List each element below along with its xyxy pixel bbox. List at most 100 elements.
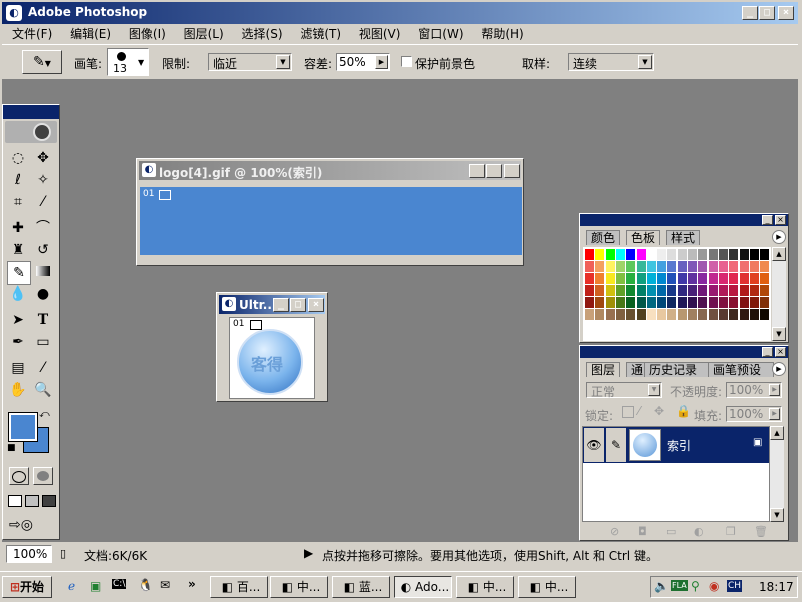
- color-swatch[interactable]: [657, 273, 667, 284]
- lock-paint-icon[interactable]: ⁄: [638, 404, 640, 418]
- color-swatch[interactable]: [760, 261, 770, 272]
- tab-layers[interactable]: 图层: [586, 362, 621, 377]
- color-swatch[interactable]: [646, 285, 656, 296]
- color-swatch[interactable]: [749, 309, 759, 320]
- color-swatch[interactable]: [739, 273, 749, 284]
- color-swatch[interactable]: [749, 297, 759, 308]
- layer-mask-icon[interactable]: ◘: [638, 525, 647, 538]
- color-swatch[interactable]: [760, 273, 770, 284]
- color-swatch[interactable]: [677, 261, 687, 272]
- color-swatch[interactable]: [729, 309, 739, 320]
- flash-tray-icon[interactable]: FLA: [671, 580, 688, 591]
- command-prompt-icon[interactable]: C:\: [112, 579, 127, 589]
- color-swatch[interactable]: [657, 261, 667, 272]
- eraser-tool-icon[interactable]: ✎: [7, 261, 31, 285]
- color-swatch[interactable]: [605, 297, 615, 308]
- color-swatch[interactable]: [646, 249, 656, 260]
- foreground-color-swatch[interactable]: [8, 412, 38, 442]
- doc-info[interactable]: 文档:6K/6K: [84, 547, 147, 564]
- tab-channels[interactable]: 通道: [626, 362, 646, 377]
- doc2-canvas[interactable]: 01 客得: [229, 317, 315, 399]
- color-swatch[interactable]: [760, 309, 770, 320]
- color-swatch[interactable]: [646, 297, 656, 308]
- tab-color[interactable]: 颜色: [586, 230, 621, 245]
- color-swatch[interactable]: [708, 261, 718, 272]
- task-button-4[interactable]: ◐ Ado...: [394, 576, 452, 598]
- color-swatch[interactable]: [605, 285, 615, 296]
- color-swatch[interactable]: [729, 261, 739, 272]
- swatches-scrollbar[interactable]: ▲ ▼: [772, 247, 786, 341]
- color-swatch[interactable]: [605, 249, 615, 260]
- color-swatch[interactable]: [760, 249, 770, 260]
- color-swatch[interactable]: [636, 261, 646, 272]
- layer-set-icon[interactable]: ▭: [666, 525, 676, 538]
- tab-history[interactable]: 历史记录: [644, 362, 710, 377]
- default-colors-icon[interactable]: ■: [7, 443, 16, 453]
- protect-foreground-checkbox[interactable]: [401, 56, 412, 67]
- color-swatch[interactable]: [667, 309, 677, 320]
- tool-preset-picker[interactable]: ✎▼: [22, 50, 62, 74]
- qq-icon[interactable]: 🐧: [138, 578, 153, 592]
- color-swatch[interactable]: [626, 309, 636, 320]
- color-swatch[interactable]: [749, 249, 759, 260]
- scroll-up-arrow-icon[interactable]: ▲: [772, 247, 786, 261]
- task-button-1[interactable]: ◧ 百...: [210, 576, 268, 598]
- slice-tool-icon[interactable]: ⁄: [32, 191, 54, 213]
- color-swatch[interactable]: [729, 285, 739, 296]
- scroll-down-arrow-icon[interactable]: ▼: [770, 508, 784, 522]
- sampling-select[interactable]: 连续 ▼: [568, 53, 654, 71]
- fill-input[interactable]: 100% ▶: [726, 406, 782, 422]
- color-swatch[interactable]: [718, 261, 728, 272]
- layer-style-icon[interactable]: ⊘: [610, 525, 619, 538]
- swatch-grid[interactable]: [583, 247, 771, 341]
- task-button-3[interactable]: ◧ 蓝...: [332, 576, 390, 598]
- ime-indicator[interactable]: CH: [727, 580, 743, 592]
- jump-to-imageready-button[interactable]: ⇨◎: [9, 517, 53, 537]
- color-swatch[interactable]: [657, 309, 667, 320]
- color-swatch[interactable]: [605, 273, 615, 284]
- color-swatch[interactable]: [615, 249, 625, 260]
- color-swatch[interactable]: [585, 297, 594, 308]
- menu-image[interactable]: 图像(I): [129, 27, 166, 41]
- minimize-button[interactable]: _: [742, 6, 758, 20]
- task-button-5[interactable]: ◧ 中...: [456, 576, 514, 598]
- crop-tool-icon[interactable]: ⌗: [7, 191, 29, 213]
- menu-file[interactable]: 文件(F): [12, 27, 52, 41]
- color-swatch[interactable]: [677, 273, 687, 284]
- color-swatch[interactable]: [636, 285, 646, 296]
- clone-stamp-tool-icon[interactable]: ♜: [7, 239, 29, 261]
- color-swatch[interactable]: [585, 249, 594, 260]
- swap-colors-icon[interactable]: ⤺: [39, 409, 50, 420]
- task-button-2[interactable]: ◧ 中...: [270, 576, 328, 598]
- adjustment-layer-icon[interactable]: ◐: [694, 525, 704, 538]
- color-swatch[interactable]: [718, 297, 728, 308]
- slider-arrow-icon[interactable]: ▶: [769, 384, 780, 396]
- menu-view[interactable]: 视图(V): [359, 27, 401, 41]
- gradient-tool-icon[interactable]: [32, 261, 54, 283]
- color-swatch[interactable]: [615, 309, 625, 320]
- close-button[interactable]: ×: [778, 6, 794, 20]
- swatches-minimize-button[interactable]: _: [762, 215, 773, 225]
- path-selection-tool-icon[interactable]: ➤: [7, 309, 29, 331]
- quick-launch-more-icon[interactable]: »: [188, 577, 196, 591]
- eyedropper-tool-icon[interactable]: ⁄: [32, 357, 54, 379]
- screen-mode-full-icon[interactable]: [42, 495, 56, 507]
- color-swatch[interactable]: [708, 297, 718, 308]
- start-button[interactable]: ⊞开始: [2, 576, 52, 598]
- screen-mode-standard-icon[interactable]: [8, 495, 22, 507]
- color-swatch[interactable]: [677, 285, 687, 296]
- scroll-up-arrow-icon[interactable]: ▲: [770, 426, 784, 440]
- color-swatch[interactable]: [605, 261, 615, 272]
- delete-layer-icon[interactable]: 🗑: [754, 525, 768, 538]
- color-swatch[interactable]: [698, 249, 708, 260]
- task-button-6[interactable]: ◧ 中...: [518, 576, 576, 598]
- color-swatch[interactable]: [708, 285, 718, 296]
- lock-all-icon[interactable]: 🔒: [676, 404, 691, 418]
- color-swatch[interactable]: [595, 285, 605, 296]
- brush-picker[interactable]: 13 ▼: [107, 48, 149, 76]
- color-swatch[interactable]: [749, 261, 759, 272]
- color-swatch[interactable]: [595, 273, 605, 284]
- zoom-tool-icon[interactable]: 🔍: [32, 379, 54, 401]
- color-swatch[interactable]: [615, 261, 625, 272]
- blend-mode-select[interactable]: 正常 ▼: [586, 382, 662, 399]
